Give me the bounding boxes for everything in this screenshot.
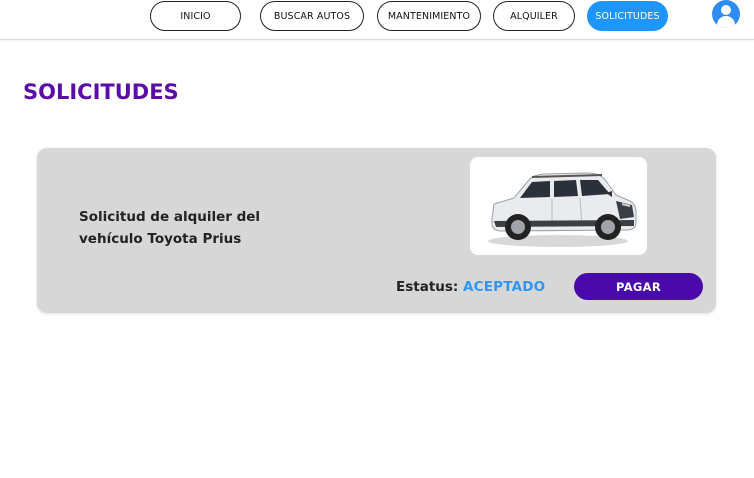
top-navbar: INICIO BUSCAR AUTOS MANTENIMIENTO ALQUIL… — [0, 0, 754, 40]
request-description: Solicitud de alquiler del vehículo Toyot… — [79, 209, 261, 247]
request-card: Solicitud de alquiler del vehículo Toyot… — [37, 148, 716, 313]
white-suv-image — [488, 172, 637, 247]
nav-solicitudes-button[interactable]: SOLICITUDES — [587, 1, 668, 31]
user-avatar-icon[interactable] — [712, 0, 740, 28]
status-value: ACEPTADO — [463, 279, 546, 295]
pay-button[interactable]: PAGAR — [574, 273, 703, 300]
page-title: SOLICITUDES — [23, 80, 179, 104]
nav-alquiler-button[interactable]: ALQUILER — [493, 1, 575, 31]
nav-buscar-autos-button[interactable]: BUSCAR AUTOS — [260, 1, 364, 31]
avatar-head — [721, 5, 731, 15]
vehicle-photo — [470, 157, 647, 255]
avatar-body — [717, 16, 735, 28]
nav-inicio-button[interactable]: INICIO — [150, 1, 241, 31]
status-label: Estatus: — [396, 279, 459, 295]
nav-mantenimiento-button[interactable]: MANTENIMIENTO — [377, 1, 481, 31]
